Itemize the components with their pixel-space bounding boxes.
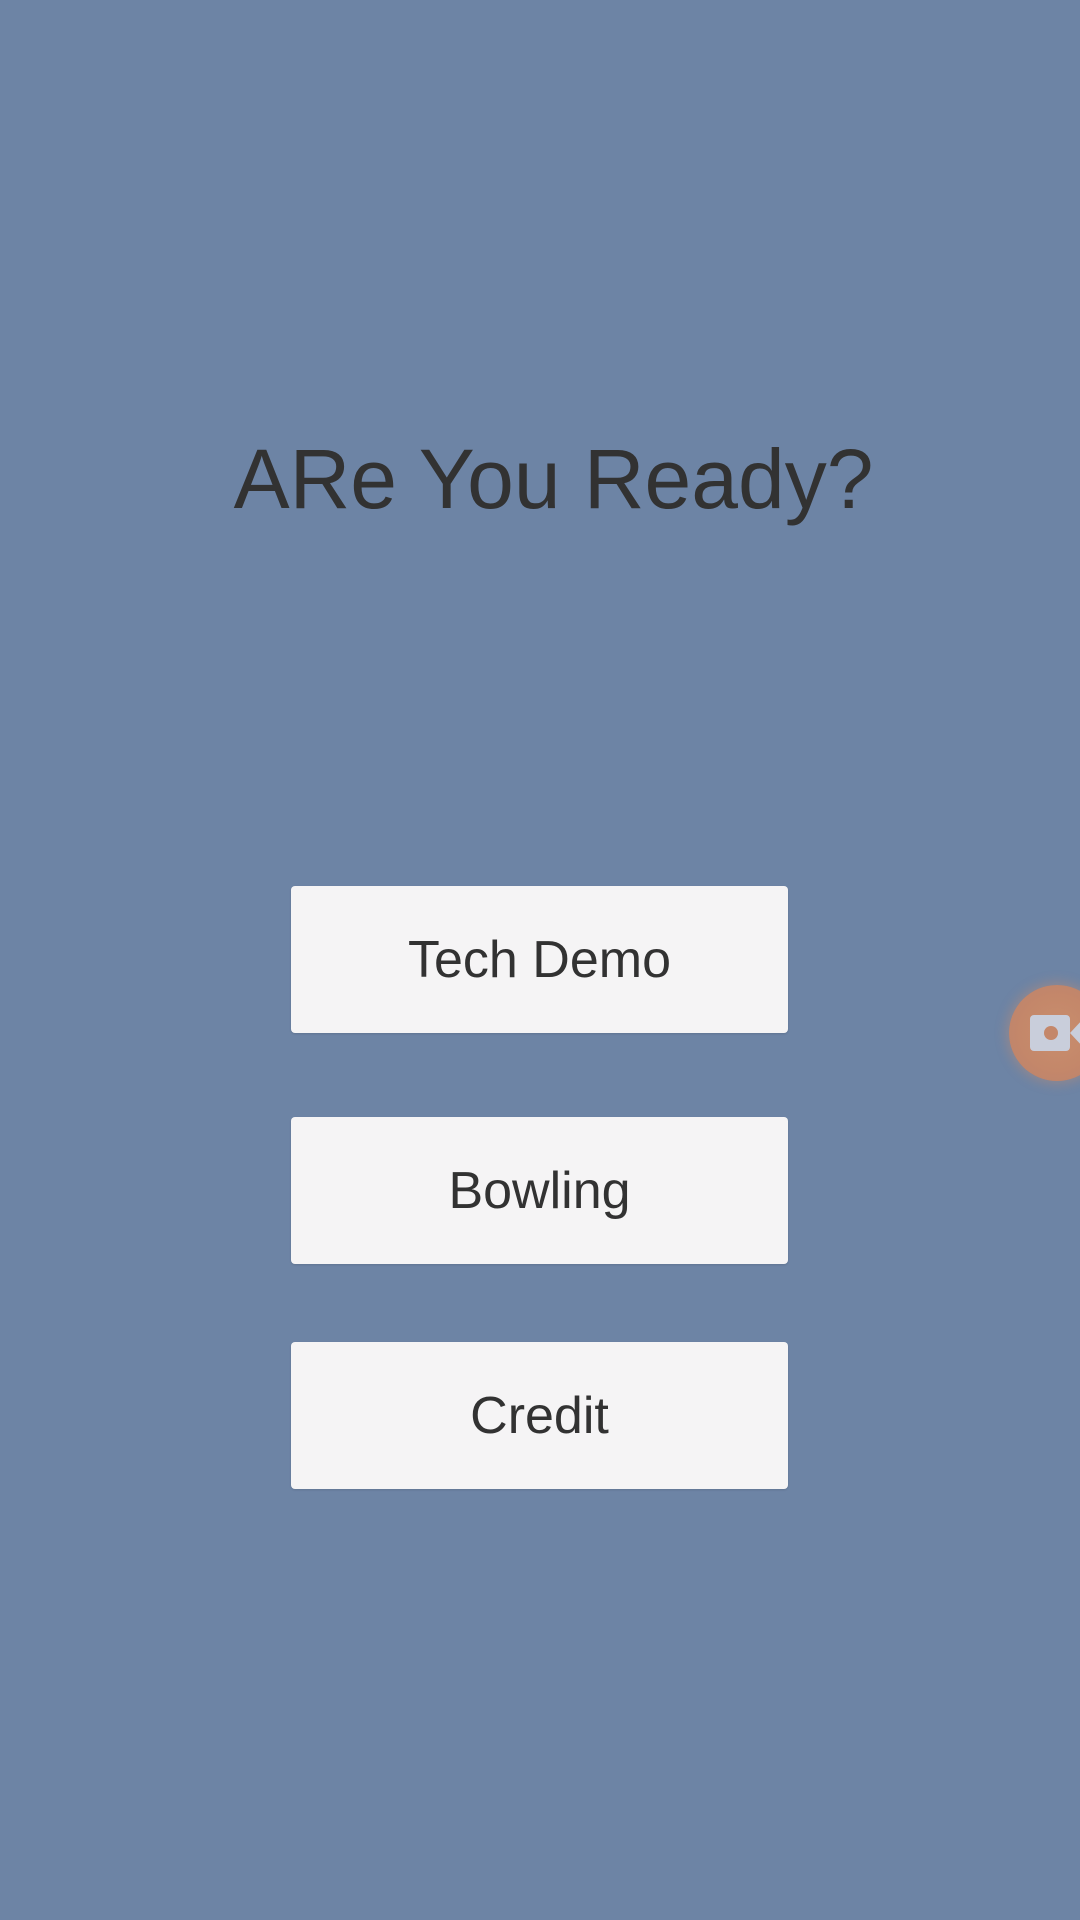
video-camera-icon (1030, 1015, 1070, 1051)
credit-button[interactable]: Credit (291, 1342, 788, 1489)
tech-demo-button[interactable]: Tech Demo (291, 886, 788, 1033)
camera-lens (1044, 1026, 1058, 1040)
page-title: ARe You Ready? (233, 432, 874, 526)
credit-button-label: Credit (470, 1386, 609, 1445)
bowling-button[interactable]: Bowling (291, 1117, 788, 1264)
main-menu-screen: ARe You Ready? Tech Demo Bowling Credit (0, 0, 1080, 1920)
camera-lens-cone (1070, 1018, 1080, 1048)
screen-record-button[interactable] (1009, 985, 1080, 1081)
bowling-button-label: Bowling (448, 1161, 631, 1220)
tech-demo-button-label: Tech Demo (408, 930, 671, 989)
